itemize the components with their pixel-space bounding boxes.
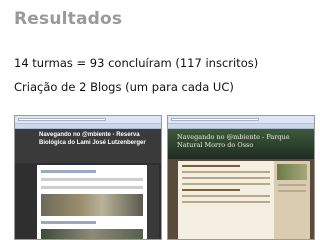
browser-toolbar (168, 116, 314, 124)
post-text (182, 183, 270, 185)
slide-title: Resultados (14, 9, 123, 29)
blog-content (37, 165, 147, 239)
sidebar-photo (277, 164, 307, 180)
results-line-blogs: Criação de 2 Blogs (um para cada UC) (14, 80, 234, 94)
blog-title: Navegando no @mbiente - Parque Natural M… (177, 133, 290, 149)
sidebar-text (278, 190, 306, 192)
blog-title: Navegando no @mbiente - Reserva Biológic… (39, 132, 146, 146)
blog-screenshot-lami: Navegando no @mbiente - Reserva Biológic… (14, 115, 162, 240)
blog-header: Navegando no @mbiente - Reserva Biológic… (15, 129, 161, 163)
post-heading (182, 189, 240, 191)
post-photo (41, 194, 143, 216)
post-text (182, 201, 270, 203)
post-text (182, 171, 270, 173)
post-text (41, 186, 143, 189)
post-text (182, 195, 270, 197)
blog-sidebar (147, 165, 159, 239)
post-heading (182, 165, 240, 167)
blog-screenshot-morro-do-osso: Navegando no @mbiente - Parque Natural M… (167, 115, 315, 240)
blog-content (178, 161, 274, 239)
results-line-completions: 14 turmas = 93 concluíram (117 inscritos… (14, 56, 259, 70)
post-heading (41, 170, 96, 173)
post-text (41, 178, 143, 181)
browser-toolbar (15, 116, 161, 124)
post-text (182, 177, 270, 179)
blog-page-morro-do-osso: Navegando no @mbiente - Parque Natural M… (168, 129, 314, 239)
blog-page-lami: Navegando no @mbiente - Reserva Biológic… (15, 129, 161, 239)
post-heading (41, 221, 96, 224)
blog-header: Navegando no @mbiente - Parque Natural M… (168, 129, 314, 159)
sidebar-text (278, 184, 306, 186)
post-photo (41, 229, 143, 239)
blog-sidebar (274, 161, 310, 239)
